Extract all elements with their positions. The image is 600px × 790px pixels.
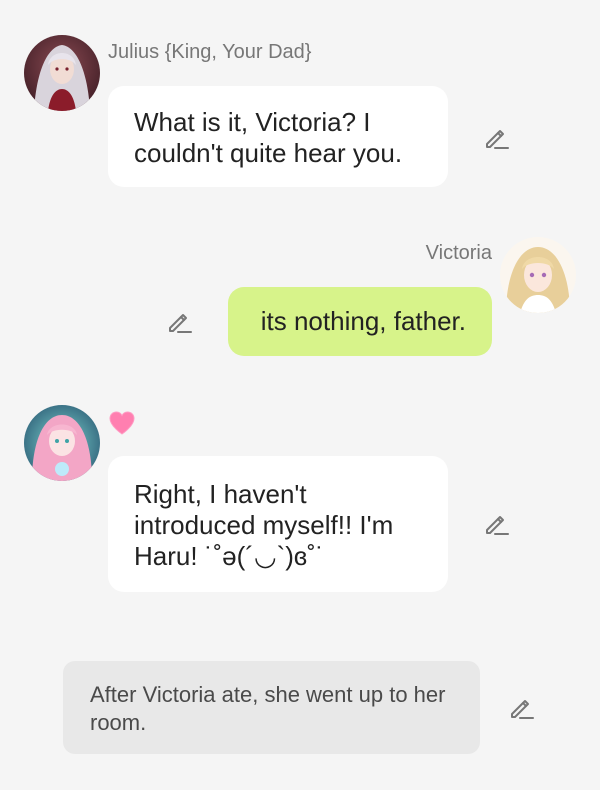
pencil-edit-icon[interactable] [508, 694, 536, 722]
sender-name: Julius {King, Your Dad} [108, 41, 312, 63]
heart-icon [108, 410, 136, 436]
pencil-edit-icon[interactable] [483, 510, 511, 538]
pencil-edit-icon[interactable] [166, 308, 194, 336]
victoria-avatar[interactable] [500, 237, 576, 313]
haru-avatar[interactable] [24, 405, 100, 481]
pencil-edit-icon[interactable] [483, 124, 511, 152]
message-bubble: Right, I haven't introduced myself!! I'm… [108, 456, 448, 592]
message-bubble: What is it, Victoria? I couldn't quite h… [108, 86, 448, 187]
sender-name: Victoria [425, 242, 492, 264]
narration-bubble: After Victoria ate, she went up to her r… [63, 661, 480, 754]
julius-avatar[interactable] [24, 35, 100, 111]
user-message-bubble: its nothing, father. [228, 287, 492, 356]
